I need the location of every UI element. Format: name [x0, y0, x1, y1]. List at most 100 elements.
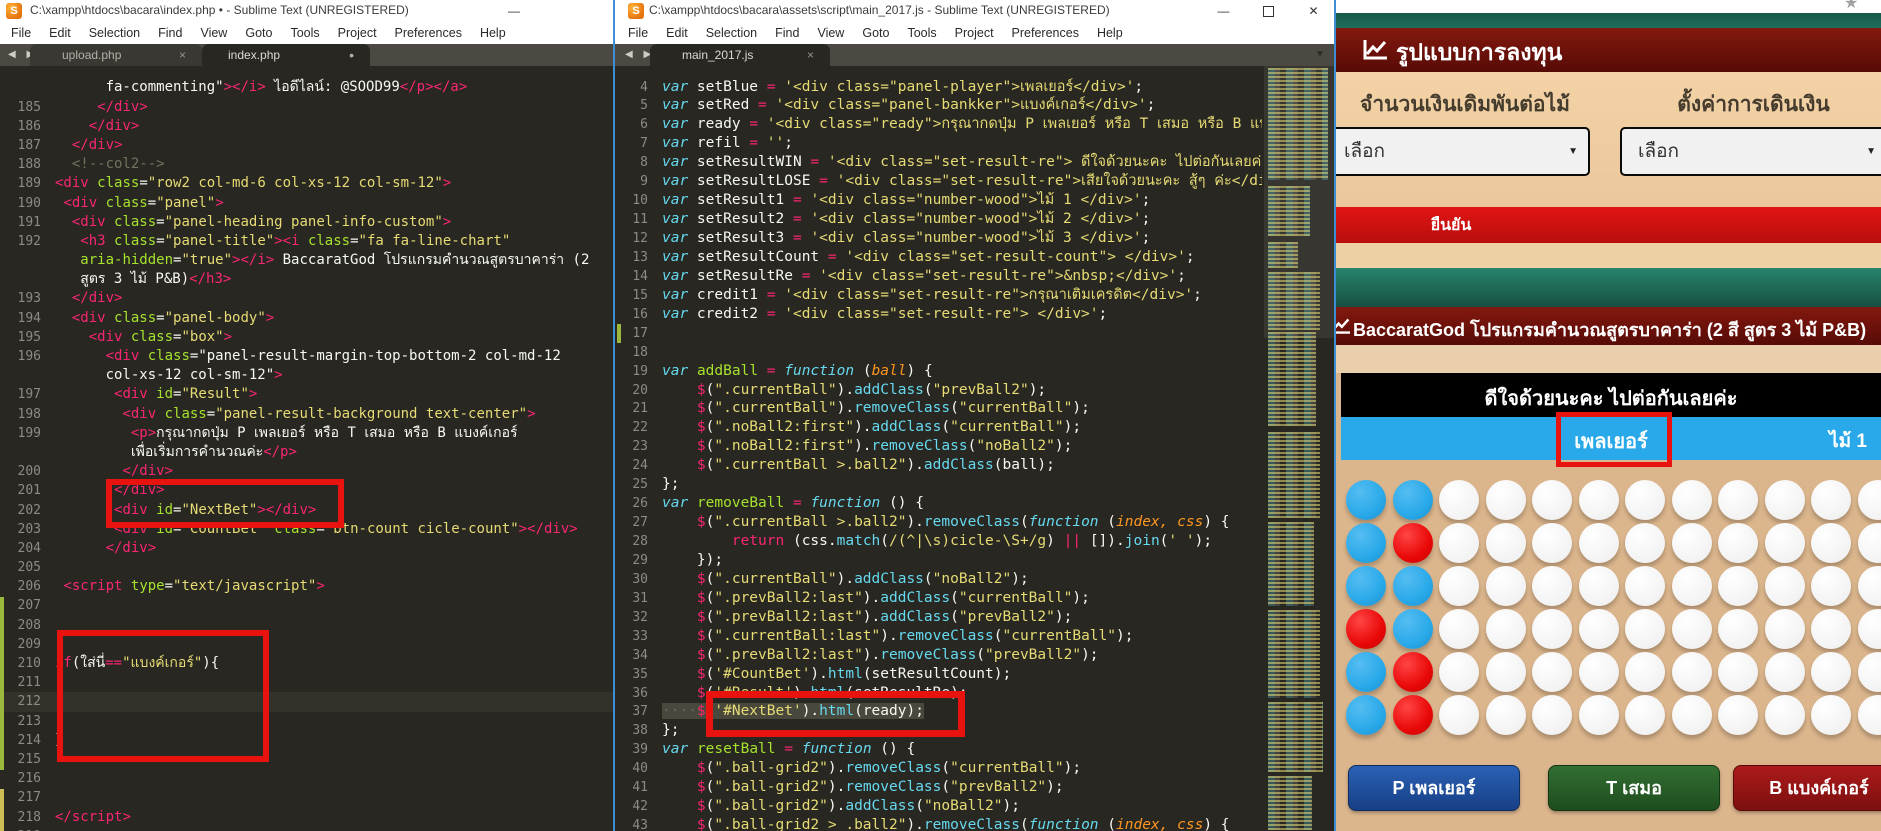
menu-item-tools[interactable]: Tools — [281, 22, 328, 44]
code-line[interactable]: 216 — [0, 769, 613, 788]
code-line[interactable]: 27 $(".currentBall >.ball2").removeClass… — [617, 513, 1262, 532]
menu-item-goto[interactable]: Goto — [853, 22, 898, 44]
tab-nav-left-icon[interactable]: ◀ — [8, 49, 20, 60]
code-line[interactable]: col-xs-12 col-sm-12"> — [0, 366, 613, 385]
code-line[interactable]: 205 — [0, 558, 613, 577]
code-line[interactable]: 186 </div> — [0, 117, 613, 136]
player-button[interactable]: P เพลเยอร์ — [1348, 765, 1520, 811]
code-line[interactable]: 196 <div class="panel-result-margin-top-… — [0, 347, 613, 366]
tie-button[interactable]: T เสมอ — [1548, 765, 1720, 811]
code-line[interactable]: 207 — [0, 596, 613, 615]
minimize-button[interactable]: — — [1201, 0, 1246, 22]
code-line[interactable]: 5 var setRed = '<div class="panel-bankker… — [617, 96, 1262, 115]
code-line[interactable]: 189 <div class="row2 col-md-6 col-xs-12 c… — [0, 174, 613, 193]
code-line[interactable]: 185 </div> — [0, 98, 613, 117]
code-line[interactable]: 16 var credit2 = '<div class="set-result-… — [617, 305, 1262, 324]
menu-item-edit[interactable]: Edit — [40, 22, 80, 44]
code-line[interactable]: 6 var ready = '<div class="ready">กรุณากด… — [617, 115, 1262, 134]
menu-item-selection[interactable]: Selection — [80, 22, 149, 44]
code-line[interactable]: 193 </div> — [0, 289, 613, 308]
code-line[interactable]: 192 <h3 class="panel-title"><i class="fa… — [0, 232, 613, 251]
money-walk-select[interactable]: เลือก ▼ — [1620, 127, 1881, 176]
code-line[interactable]: 43 $(".ball-grid2 > .ball2").removeClass… — [617, 816, 1262, 831]
code-line[interactable]: 22 $(".noBall2:first").addClass("current… — [617, 418, 1262, 437]
menu-item-file[interactable]: File — [2, 22, 40, 44]
code-line[interactable]: 32 $(".prevBall2:last").addClass("prevBa… — [617, 608, 1262, 627]
code-line[interactable]: 218 </script> — [0, 808, 613, 827]
code-line[interactable]: 217 — [0, 788, 613, 807]
code-line[interactable]: 8 var setResultWIN = '<div class="set-res… — [617, 153, 1262, 172]
code-line[interactable]: 219 — [0, 827, 613, 831]
code-line[interactable]: 39 var resetBall = function () { — [617, 740, 1262, 759]
middle-titlebar[interactable]: S C:\xampp\htdocs\bacara\assets\script\m… — [615, 0, 1334, 22]
code-line[interactable]: 25}; — [617, 475, 1262, 494]
code-line[interactable]: 21 $(".currentBall").removeClass("curren… — [617, 399, 1262, 418]
menu-item-tools[interactable]: Tools — [898, 22, 945, 44]
banker-button[interactable]: B แบงค์เกอร์ — [1733, 765, 1881, 811]
code-line[interactable]: 33 $(".currentBall:last").removeClass("c… — [617, 627, 1262, 646]
code-line[interactable]: 12 var setResult3 = '<div class="number-w… — [617, 229, 1262, 248]
code-line[interactable]: 195 <div class="box"> — [0, 328, 613, 347]
tab-nav-left-icon[interactable]: ◀ — [625, 49, 637, 60]
menu-item-help[interactable]: Help — [1088, 22, 1132, 44]
code-line[interactable]: 28 return (css.match(/(^|\s)cicle-\S+/g)… — [617, 532, 1262, 551]
code-line[interactable]: 14 var setResultRe = '<div class="set-res… — [617, 267, 1262, 286]
menu-item-find[interactable]: Find — [149, 22, 191, 44]
code-line[interactable]: 20 $(".currentBall").addClass("prevBall2… — [617, 381, 1262, 400]
menu-item-preferences[interactable]: Preferences — [1003, 22, 1088, 44]
menu-item-file[interactable]: File — [619, 22, 657, 44]
minimize-icon[interactable]: — — [494, 0, 534, 22]
menu-item-goto[interactable]: Goto — [236, 22, 281, 44]
tab-close-icon[interactable]: × — [807, 44, 814, 66]
code-line[interactable]: 7 var refil = ''; — [617, 134, 1262, 153]
code-line[interactable]: 40 $(".ball-grid2").removeClass("current… — [617, 759, 1262, 778]
code-line[interactable]: 187 </div> — [0, 136, 613, 155]
code-line[interactable]: 199 <p>กรุณากดปุ่ม P เพลเยอร์ หรือ T เสม… — [0, 424, 613, 443]
menu-item-edit[interactable]: Edit — [657, 22, 697, 44]
code-line[interactable]: 18 — [617, 343, 1262, 362]
code-line[interactable]: 30 $(".currentBall").addClass("noBall2")… — [617, 570, 1262, 589]
code-line[interactable]: 194 <div class="panel-body"> — [0, 309, 613, 328]
code-line[interactable]: สูตร 3 ไม้ P&B)</h3> — [0, 270, 613, 289]
tab-main-2017-js[interactable]: main_2017.js × — [650, 44, 830, 66]
tab-upload-php[interactable]: upload.php × — [30, 44, 202, 66]
code-line[interactable]: 190 <div class="panel"> — [0, 194, 613, 213]
menu-item-find[interactable]: Find — [766, 22, 808, 44]
code-line[interactable]: fa-commenting"></i> ไอดีไลน์: @SOOD99</p… — [0, 78, 613, 97]
code-line[interactable]: aria-hidden="true"></i> BaccaratGod โปรแ… — [0, 251, 613, 270]
code-line[interactable]: 42 $(".ball-grid2").addClass("noBall2"); — [617, 797, 1262, 816]
bet-amount-select[interactable]: เลือก ▼ — [1336, 127, 1590, 176]
menu-item-project[interactable]: Project — [946, 22, 1003, 44]
code-line[interactable]: 13 var setResultCount = '<div class="set-… — [617, 248, 1262, 267]
code-line[interactable]: 24 $(".currentBall >.ball2").addClass(ba… — [617, 456, 1262, 475]
maximize-button[interactable] — [1246, 0, 1291, 22]
tab-close-icon[interactable]: × — [179, 44, 186, 66]
code-line[interactable]: 10 var setResult1 = '<div class="number-w… — [617, 191, 1262, 210]
close-button[interactable]: ✕ — [1291, 0, 1334, 22]
code-line[interactable]: 26 var removeBall = function () { — [617, 494, 1262, 513]
left-titlebar[interactable]: S C:\xampp\htdocs\bacara\index.php • - S… — [0, 0, 613, 22]
tab-overflow-icon[interactable]: ▼ — [1315, 49, 1325, 60]
code-line[interactable]: 197 <div id="Result"> — [0, 385, 613, 404]
code-line[interactable]: 17 — [617, 324, 1262, 343]
menu-item-selection[interactable]: Selection — [697, 22, 766, 44]
code-line[interactable]: 35 $('#CountBet').html(setResultCount); — [617, 665, 1262, 684]
code-line[interactable]: 191 <div class="panel-heading panel-info… — [0, 213, 613, 232]
code-line[interactable]: 204 </div> — [0, 539, 613, 558]
code-line[interactable]: 198 <div class="panel-result-background … — [0, 405, 613, 424]
code-line[interactable]: 31 $(".prevBall2:last").addClass("curren… — [617, 589, 1262, 608]
code-line[interactable]: 206 <script type="text/javascript"> — [0, 577, 613, 596]
tab-index-php[interactable]: index.php • — [202, 44, 370, 66]
code-line[interactable]: 188 <!--col2--> — [0, 155, 613, 174]
code-line[interactable]: 4 var setBlue = '<div class="panel-player… — [617, 78, 1262, 97]
code-line[interactable]: 11 var setResult2 = '<div class="number-w… — [617, 210, 1262, 229]
bookmark-star-icon[interactable]: ★ — [1844, 0, 1858, 13]
code-line[interactable]: 15 var credit1 = '<div class="set-result-… — [617, 286, 1262, 305]
menu-item-view[interactable]: View — [808, 22, 853, 44]
menu-item-preferences[interactable]: Preferences — [386, 22, 471, 44]
code-line[interactable]: 19 var addBall = function (ball) { — [617, 362, 1262, 381]
menu-item-project[interactable]: Project — [329, 22, 386, 44]
minimap[interactable] — [1264, 66, 1334, 831]
code-line[interactable]: เพื่อเริ่มการคำนวณค่ะ</p> — [0, 443, 613, 462]
code-line[interactable]: 29 }); — [617, 551, 1262, 570]
